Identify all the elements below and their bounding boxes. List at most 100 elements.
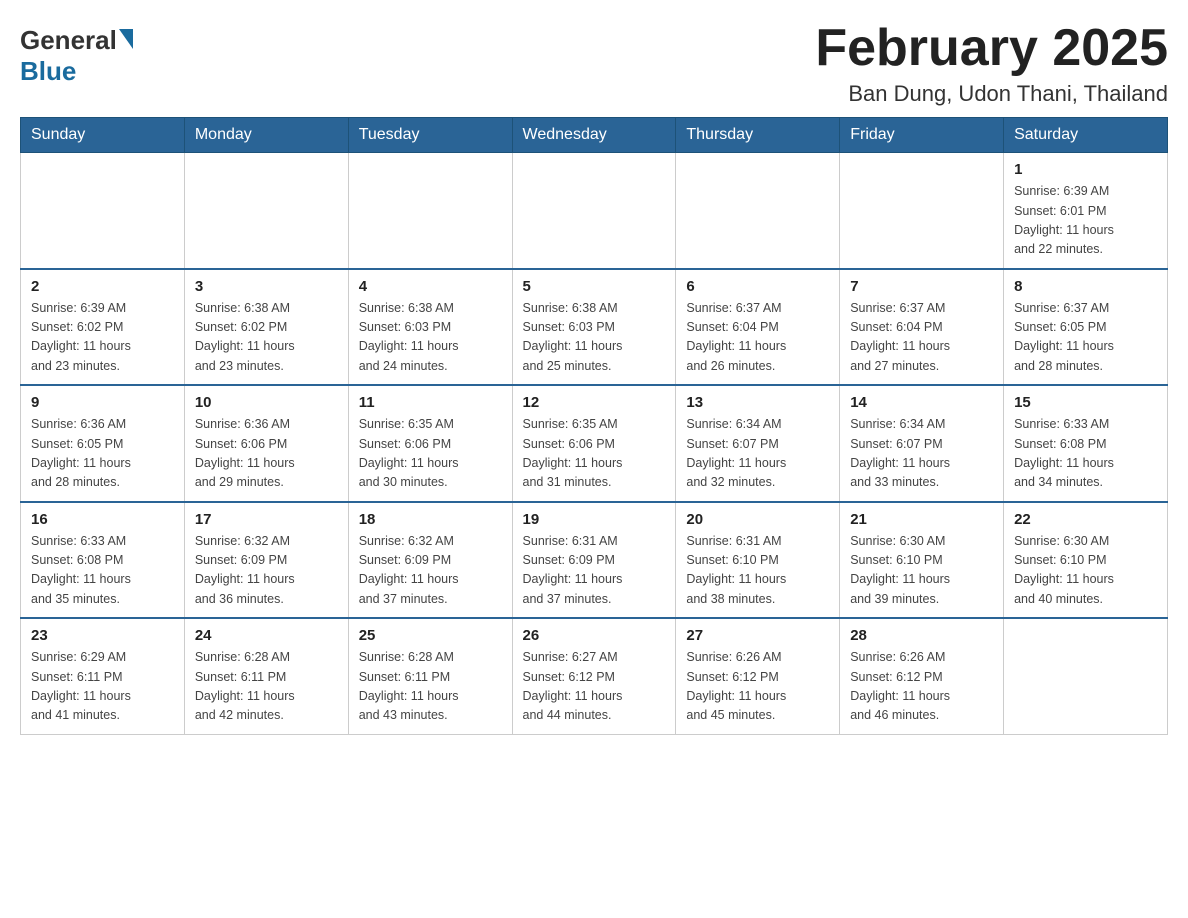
table-row: 25 Sunrise: 6:28 AM Sunset: 6:11 PM Dayli… <box>348 618 512 734</box>
table-row: 15 Sunrise: 6:33 AM Sunset: 6:08 PM Dayli… <box>1004 385 1168 502</box>
day-info: Sunrise: 6:32 AM Sunset: 6:09 PM Dayligh… <box>359 532 502 610</box>
day-number: 7 <box>850 278 993 295</box>
calendar-week-row: 1Sunrise: 6:39 AM Sunset: 6:01 PM Daylig… <box>21 153 1168 269</box>
day-info: Sunrise: 6:26 AM Sunset: 6:12 PM Dayligh… <box>850 648 993 726</box>
table-row <box>512 153 676 269</box>
col-friday: Friday <box>840 118 1004 153</box>
day-number: 9 <box>31 394 174 411</box>
day-number: 5 <box>523 278 666 295</box>
day-number: 12 <box>523 394 666 411</box>
day-number: 21 <box>850 511 993 528</box>
day-number: 15 <box>1014 394 1157 411</box>
day-info: Sunrise: 6:33 AM Sunset: 6:08 PM Dayligh… <box>1014 415 1157 493</box>
day-info: Sunrise: 6:31 AM Sunset: 6:09 PM Dayligh… <box>523 532 666 610</box>
calendar-week-row: 2 Sunrise: 6:39 AM Sunset: 6:02 PM Daylig… <box>21 269 1168 386</box>
table-row: 7 Sunrise: 6:37 AM Sunset: 6:04 PM Daylig… <box>840 269 1004 386</box>
day-info: Sunrise: 6:28 AM Sunset: 6:11 PM Dayligh… <box>195 648 338 726</box>
table-row: 8Sunrise: 6:37 AM Sunset: 6:05 PM Daylig… <box>1004 269 1168 386</box>
day-info: Sunrise: 6:31 AM Sunset: 6:10 PM Dayligh… <box>686 532 829 610</box>
day-info: Sunrise: 6:35 AM Sunset: 6:06 PM Dayligh… <box>359 415 502 493</box>
table-row <box>840 153 1004 269</box>
calendar-table: Sunday Monday Tuesday Wednesday Thursday… <box>20 117 1168 735</box>
calendar-week-row: 23Sunrise: 6:29 AM Sunset: 6:11 PM Dayli… <box>21 618 1168 734</box>
day-info: Sunrise: 6:34 AM Sunset: 6:07 PM Dayligh… <box>850 415 993 493</box>
day-info: Sunrise: 6:36 AM Sunset: 6:06 PM Dayligh… <box>195 415 338 493</box>
day-info: Sunrise: 6:32 AM Sunset: 6:09 PM Dayligh… <box>195 532 338 610</box>
day-number: 8 <box>1014 278 1157 295</box>
logo-blue-text: Blue <box>20 56 133 87</box>
table-row: 18 Sunrise: 6:32 AM Sunset: 6:09 PM Dayli… <box>348 502 512 619</box>
day-number: 25 <box>359 627 502 644</box>
day-number: 27 <box>686 627 829 644</box>
title-area: February 2025 Ban Dung, Udon Thani, Thai… <box>815 20 1168 107</box>
table-row: 5 Sunrise: 6:38 AM Sunset: 6:03 PM Daylig… <box>512 269 676 386</box>
day-info: Sunrise: 6:30 AM Sunset: 6:10 PM Dayligh… <box>1014 532 1157 610</box>
table-row: 2 Sunrise: 6:39 AM Sunset: 6:02 PM Daylig… <box>21 269 185 386</box>
day-number: 3 <box>195 278 338 295</box>
day-number: 17 <box>195 511 338 528</box>
day-info: Sunrise: 6:34 AM Sunset: 6:07 PM Dayligh… <box>686 415 829 493</box>
day-info: Sunrise: 6:26 AM Sunset: 6:12 PM Dayligh… <box>686 648 829 726</box>
table-row: 13 Sunrise: 6:34 AM Sunset: 6:07 PM Dayli… <box>676 385 840 502</box>
day-info: Sunrise: 6:29 AM Sunset: 6:11 PM Dayligh… <box>31 648 174 726</box>
table-row: 11 Sunrise: 6:35 AM Sunset: 6:06 PM Dayli… <box>348 385 512 502</box>
day-number: 22 <box>1014 511 1157 528</box>
day-number: 28 <box>850 627 993 644</box>
table-row: 1Sunrise: 6:39 AM Sunset: 6:01 PM Daylig… <box>1004 153 1168 269</box>
table-row: 28 Sunrise: 6:26 AM Sunset: 6:12 PM Dayli… <box>840 618 1004 734</box>
table-row: 6 Sunrise: 6:37 AM Sunset: 6:04 PM Daylig… <box>676 269 840 386</box>
table-row <box>184 153 348 269</box>
day-info: Sunrise: 6:38 AM Sunset: 6:03 PM Dayligh… <box>523 299 666 377</box>
day-info: Sunrise: 6:38 AM Sunset: 6:03 PM Dayligh… <box>359 299 502 377</box>
table-row: 14 Sunrise: 6:34 AM Sunset: 6:07 PM Dayli… <box>840 385 1004 502</box>
table-row: 21 Sunrise: 6:30 AM Sunset: 6:10 PM Dayli… <box>840 502 1004 619</box>
col-saturday: Saturday <box>1004 118 1168 153</box>
day-number: 18 <box>359 511 502 528</box>
day-number: 6 <box>686 278 829 295</box>
table-row: 26 Sunrise: 6:27 AM Sunset: 6:12 PM Dayli… <box>512 618 676 734</box>
location-title: Ban Dung, Udon Thani, Thailand <box>815 81 1168 107</box>
day-number: 20 <box>686 511 829 528</box>
calendar-week-row: 9 Sunrise: 6:36 AM Sunset: 6:05 PM Daylig… <box>21 385 1168 502</box>
day-number: 13 <box>686 394 829 411</box>
table-row: 10 Sunrise: 6:36 AM Sunset: 6:06 PM Dayli… <box>184 385 348 502</box>
day-info: Sunrise: 6:27 AM Sunset: 6:12 PM Dayligh… <box>523 648 666 726</box>
table-row: 9 Sunrise: 6:36 AM Sunset: 6:05 PM Daylig… <box>21 385 185 502</box>
day-info: Sunrise: 6:36 AM Sunset: 6:05 PM Dayligh… <box>31 415 174 493</box>
table-row: 23Sunrise: 6:29 AM Sunset: 6:11 PM Dayli… <box>21 618 185 734</box>
table-row <box>21 153 185 269</box>
table-row: 17 Sunrise: 6:32 AM Sunset: 6:09 PM Dayli… <box>184 502 348 619</box>
table-row: 20 Sunrise: 6:31 AM Sunset: 6:10 PM Dayli… <box>676 502 840 619</box>
day-number: 11 <box>359 394 502 411</box>
table-row <box>348 153 512 269</box>
table-row: 12 Sunrise: 6:35 AM Sunset: 6:06 PM Dayli… <box>512 385 676 502</box>
day-info: Sunrise: 6:30 AM Sunset: 6:10 PM Dayligh… <box>850 532 993 610</box>
day-number: 26 <box>523 627 666 644</box>
col-sunday: Sunday <box>21 118 185 153</box>
day-number: 1 <box>1014 161 1157 178</box>
day-number: 16 <box>31 511 174 528</box>
logo: General Blue <box>20 20 133 87</box>
day-info: Sunrise: 6:33 AM Sunset: 6:08 PM Dayligh… <box>31 532 174 610</box>
page-header: General Blue February 2025 Ban Dung, Udo… <box>20 20 1168 107</box>
day-number: 14 <box>850 394 993 411</box>
day-info: Sunrise: 6:35 AM Sunset: 6:06 PM Dayligh… <box>523 415 666 493</box>
col-wednesday: Wednesday <box>512 118 676 153</box>
day-info: Sunrise: 6:37 AM Sunset: 6:04 PM Dayligh… <box>686 299 829 377</box>
table-row: 24 Sunrise: 6:28 AM Sunset: 6:11 PM Dayli… <box>184 618 348 734</box>
col-monday: Monday <box>184 118 348 153</box>
table-row <box>676 153 840 269</box>
day-number: 2 <box>31 278 174 295</box>
col-tuesday: Tuesday <box>348 118 512 153</box>
day-info: Sunrise: 6:37 AM Sunset: 6:04 PM Dayligh… <box>850 299 993 377</box>
table-row: 4Sunrise: 6:38 AM Sunset: 6:03 PM Daylig… <box>348 269 512 386</box>
day-number: 24 <box>195 627 338 644</box>
day-number: 10 <box>195 394 338 411</box>
table-row: 3Sunrise: 6:38 AM Sunset: 6:02 PM Daylig… <box>184 269 348 386</box>
day-info: Sunrise: 6:28 AM Sunset: 6:11 PM Dayligh… <box>359 648 502 726</box>
day-info: Sunrise: 6:39 AM Sunset: 6:02 PM Dayligh… <box>31 299 174 377</box>
month-title: February 2025 <box>815 20 1168 77</box>
calendar-week-row: 16 Sunrise: 6:33 AM Sunset: 6:08 PM Dayli… <box>21 502 1168 619</box>
col-thursday: Thursday <box>676 118 840 153</box>
table-row <box>1004 618 1168 734</box>
